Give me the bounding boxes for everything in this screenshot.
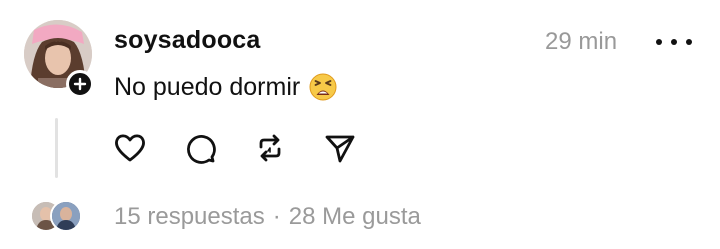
thread-line [55, 118, 58, 178]
send-icon [325, 135, 355, 163]
heart-icon [115, 134, 145, 162]
repost-icon [259, 134, 281, 162]
avatar [50, 200, 82, 232]
likes-count[interactable]: 28 Me gusta [289, 203, 421, 231]
plus-icon [73, 77, 87, 91]
more-options-icon[interactable] [656, 33, 692, 51]
post-text: No puedo dormir [114, 72, 338, 102]
thread-post: soysadooca 29 min No puedo dormir 15 res… [0, 0, 720, 249]
action-bar [112, 130, 358, 166]
replies-count[interactable]: 15 respuestas [114, 203, 265, 231]
follow-button[interactable] [66, 70, 94, 98]
share-button[interactable] [322, 130, 358, 166]
replier-avatars[interactable] [30, 200, 84, 234]
timestamp: 29 min [545, 28, 618, 55]
like-button[interactable] [112, 130, 148, 166]
tired-face-emoji [309, 73, 337, 101]
post-text-content: No puedo dormir [114, 72, 301, 101]
separator: · [272, 203, 281, 230]
post-stats: 15 respuestas · 28 Me gusta [114, 203, 421, 231]
username[interactable]: soysadooca [114, 26, 261, 55]
comment-icon [187, 135, 216, 164]
repost-button[interactable] [252, 130, 288, 166]
reply-button[interactable] [182, 130, 218, 166]
